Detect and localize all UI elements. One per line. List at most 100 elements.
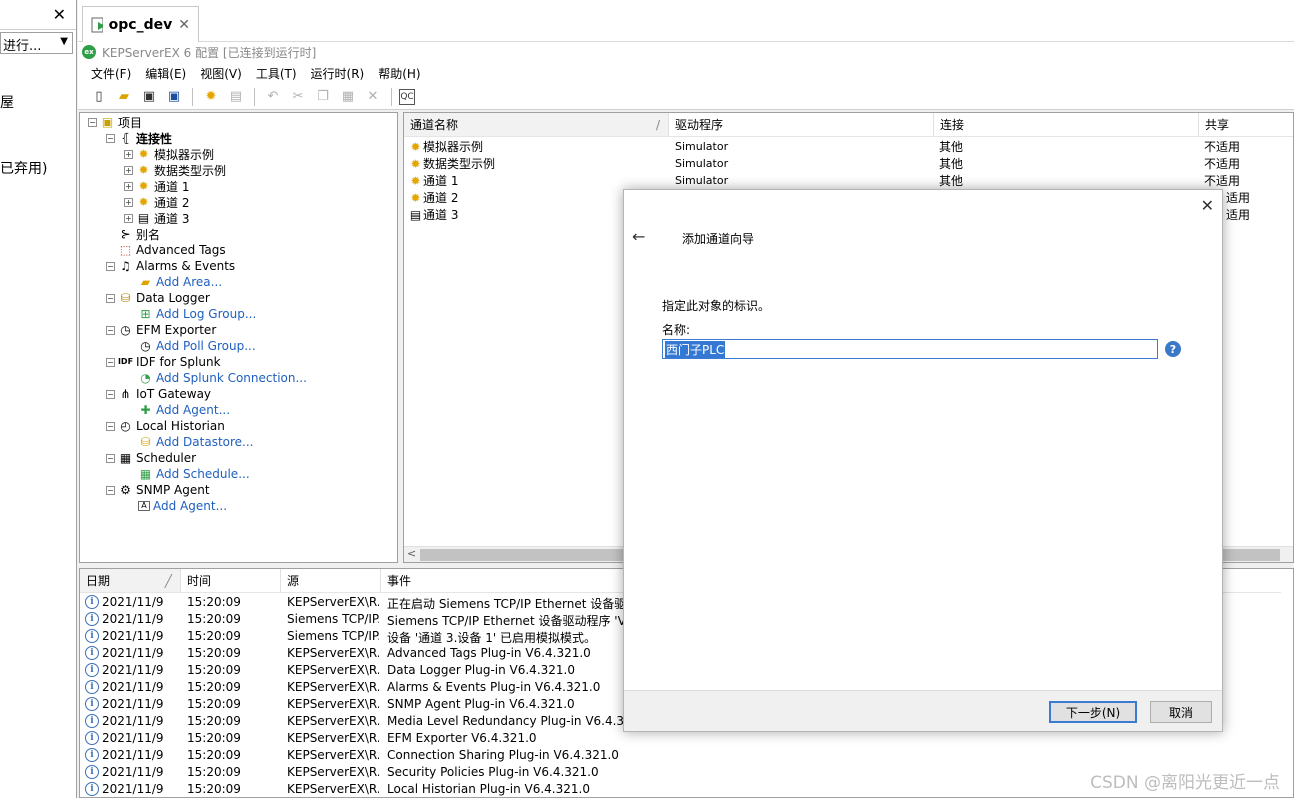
paste-icon[interactable]: ▦ (337, 86, 359, 108)
cut-icon[interactable]: ✂ (287, 86, 309, 108)
tree-node-add-agent[interactable]: A Add Agent... (138, 498, 227, 514)
tree-node-iot-gateway[interactable]: − ⋔ IoT Gateway (106, 386, 211, 402)
save-as-icon[interactable]: ▣ (163, 86, 185, 108)
channel-row[interactable]: ✹ 模拟器示例 (408, 138, 483, 155)
collapse-icon[interactable]: − (88, 117, 97, 127)
event-time-cell: 15:20:09 (187, 612, 241, 626)
menu-view[interactable]: 视图(V) (193, 65, 249, 82)
menu-edit[interactable]: 编辑(E) (138, 65, 193, 82)
tab-opc-dev[interactable]: opc_dev ✕ (82, 6, 199, 42)
project-file-icon (91, 17, 103, 32)
menu-file[interactable]: 文件(F) (84, 65, 138, 82)
tree-node-add-log-group[interactable]: ⊞ Add Log Group... (138, 306, 256, 322)
collapse-icon[interactable]: − (106, 293, 115, 303)
undo-icon[interactable]: ↶ (262, 86, 284, 108)
open-folder-icon[interactable]: ▰ (113, 86, 135, 108)
event-message-cell: Security Policies Plug-in V6.4.321.0 (387, 765, 599, 779)
next-button[interactable]: 下一步(N) (1049, 701, 1137, 723)
menu-help[interactable]: 帮助(H) (371, 65, 427, 82)
chevron-down-icon[interactable]: ▼ (60, 36, 68, 47)
tree-node-local-historian[interactable]: − ◴ Local Historian (106, 418, 225, 434)
collapse-icon[interactable]: − (106, 453, 115, 463)
new-device-icon[interactable]: ▤ (225, 86, 247, 108)
help-icon[interactable]: ? (1165, 341, 1181, 357)
tree-node-add-splunk-connection[interactable]: ◔ Add Splunk Connection... (138, 370, 307, 386)
tree-add-link: Add Agent... (153, 499, 228, 513)
collapse-icon[interactable]: − (106, 133, 115, 143)
tree-node-add-datastore[interactable]: ⛁ Add Datastore... (138, 434, 253, 450)
quick-client-icon[interactable]: QC (399, 88, 415, 105)
tree-node-project[interactable]: − ▣ 项目 (88, 114, 142, 130)
ethernet-channel-icon: ▤ (137, 211, 150, 225)
tree-node-data-logger[interactable]: − ⛁ Data Logger (106, 290, 210, 306)
column-header-date[interactable]: 日期 ╱ (80, 569, 180, 593)
collapse-icon[interactable]: − (106, 325, 115, 335)
column-header-time[interactable]: 时间 (181, 569, 280, 593)
project-tree: − ▣ 项目 − ⦃ 连接性 + ✹ 模拟器示例 + ✹ 数据类型示例 + ✹ … (79, 112, 398, 563)
channel-gear-icon: ✹ (138, 147, 149, 161)
channel-name-cell: 通道 3 (423, 208, 459, 222)
tree-node-channel[interactable]: + ▤ 通道 3 (124, 210, 189, 226)
tree-node-snmp-agent[interactable]: − ⚙ SNMP Agent (106, 482, 210, 498)
tree-node-aliases[interactable]: ⊱ 别名 (118, 226, 160, 242)
expand-icon[interactable]: + (124, 197, 133, 207)
event-source-cell: KEPServerEX\R... (287, 680, 379, 694)
event-row[interactable]: i 2021/11/9 15:20:09 KEPServerEX\R... EFM Ex… (80, 730, 1293, 747)
column-header-channel-name[interactable]: 通道名称 / (404, 113, 668, 137)
collapse-icon[interactable]: − (106, 389, 115, 399)
close-icon[interactable]: ✕ (1201, 196, 1214, 215)
save-icon[interactable]: ▣ (138, 86, 160, 108)
channel-row[interactable]: ✹ 通道 1 (408, 172, 458, 189)
channel-row[interactable]: ✹ 数据类型示例 (408, 155, 495, 172)
close-icon[interactable]: ✕ (178, 17, 190, 33)
delete-icon[interactable]: ✕ (362, 86, 384, 108)
add-log-group-icon: ⊞ (140, 307, 151, 321)
collapse-icon[interactable]: − (106, 421, 115, 431)
tree-node-connectivity[interactable]: − ⦃ 连接性 (106, 130, 172, 146)
back-arrow-icon[interactable]: ← (632, 227, 645, 246)
tree-node-add-area[interactable]: ▰ Add Area... (138, 274, 222, 290)
tree-node-channel[interactable]: + ✹ 数据类型示例 (124, 162, 226, 178)
tree-node-add-schedule[interactable]: ▦ Add Schedule... (138, 466, 250, 482)
expand-icon[interactable]: + (124, 165, 133, 175)
tree-node-efm-exporter[interactable]: − ◷ EFM Exporter (106, 322, 216, 338)
column-header-driver[interactable]: 驱动程序 (669, 113, 933, 137)
column-header-connection[interactable]: 连接 (934, 113, 1198, 137)
expand-icon[interactable]: + (124, 213, 133, 223)
close-icon[interactable]: ✕ (53, 5, 66, 24)
column-header-source[interactable]: 源 (281, 569, 380, 593)
tree-node-channel[interactable]: + ✹ 通道 2 (124, 194, 189, 210)
left-panel-combo[interactable]: 进行... ▼ (0, 32, 73, 54)
new-channel-icon[interactable]: ✹ (200, 86, 222, 108)
scroll-left-icon[interactable]: < (407, 547, 416, 560)
channel-row[interactable]: ▤ 通道 3 (408, 206, 459, 223)
tree-add-link: Add Splunk Connection... (156, 371, 307, 385)
tree-node-alarms-events[interactable]: − ♫ Alarms & Events (106, 258, 235, 274)
copy-icon[interactable]: ❐ (312, 86, 334, 108)
tree-node-idf-splunk[interactable]: − IDF IDF for Splunk (106, 354, 221, 370)
tree-node-channel[interactable]: + ✹ 通道 1 (124, 178, 189, 194)
event-row[interactable]: i 2021/11/9 15:20:09 KEPServerEX\R... Connec… (80, 747, 1293, 764)
tree-node-advanced-tags[interactable]: ⬚ Advanced Tags (118, 242, 226, 258)
tree-node-scheduler[interactable]: − ▦ Scheduler (106, 450, 196, 466)
collapse-icon[interactable]: − (106, 261, 115, 271)
sort-indicator-icon: ╱ (164, 573, 172, 588)
collapse-icon[interactable]: − (106, 485, 115, 495)
snmp-network-icon: ⚙ (120, 483, 131, 497)
tree-node-add-poll-group[interactable]: ◷ Add Poll Group... (138, 338, 255, 354)
new-file-icon[interactable]: ▯ (88, 86, 110, 108)
column-header-shared[interactable]: 共享 (1199, 113, 1293, 137)
channel-name-cell: 通道 1 (423, 174, 459, 188)
tree-node-add-agent[interactable]: ✚ Add Agent... (138, 402, 230, 418)
tree-node-channel[interactable]: + ✹ 模拟器示例 (124, 146, 214, 162)
menu-runtime[interactable]: 运行时(R) (304, 65, 372, 82)
expand-icon[interactable]: + (124, 149, 133, 159)
collapse-icon[interactable]: − (106, 357, 115, 367)
expand-icon[interactable]: + (124, 181, 133, 191)
channel-name-input[interactable]: 西门子PLC (662, 339, 1158, 359)
app-title-bar: ex KEPServerEX 6 配置 [已连接到运行时] (78, 42, 1294, 62)
cancel-button[interactable]: 取消 (1150, 701, 1212, 723)
add-poll-group-icon: ◷ (140, 339, 151, 353)
menu-tools[interactable]: 工具(T) (249, 65, 304, 82)
channel-row[interactable]: ✹ 通道 2 (408, 189, 458, 206)
